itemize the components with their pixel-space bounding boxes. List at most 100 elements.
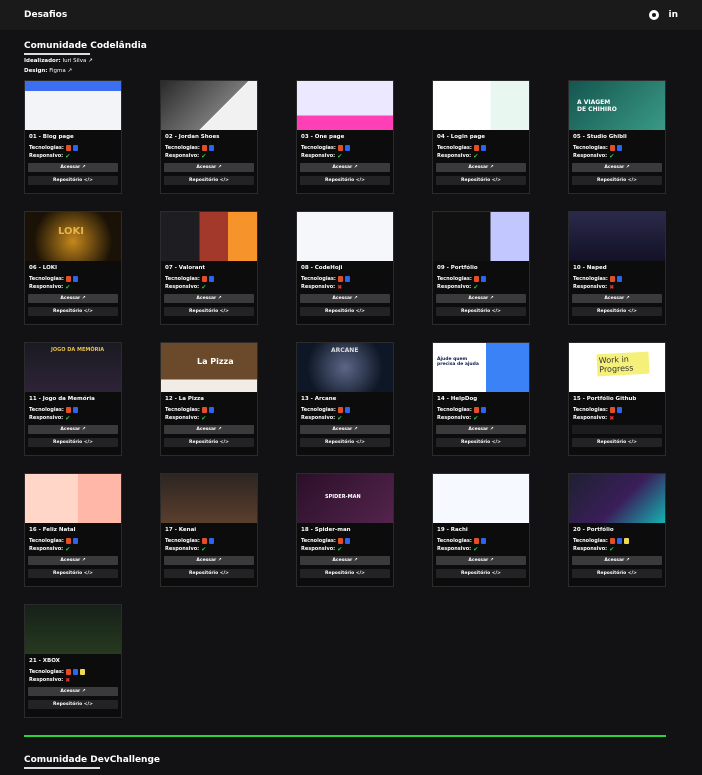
responsive-line: Responsivo: ✔ — [301, 545, 393, 553]
repository-button[interactable]: Repositório </> — [164, 176, 254, 185]
challenge-card: 02 - Jordan Shoes Tecnologias: Responsivo:… — [160, 80, 258, 194]
card-title: 18 - Spider-man — [301, 527, 351, 533]
section-title-2: Comunidade DevChallenge — [24, 755, 161, 765]
access-button[interactable]: Acessar ↗ — [164, 294, 254, 303]
repository-button[interactable]: Repositório </> — [28, 307, 118, 316]
technologies-line: Tecnologias: — [573, 538, 665, 544]
css-icon — [344, 538, 350, 544]
repository-button[interactable]: Repositório </> — [572, 307, 662, 316]
access-button[interactable]: Acessar ↗ — [28, 294, 118, 303]
card-title: 05 - Studio Ghibli — [573, 134, 627, 140]
access-button[interactable]: Acessar ↗ — [572, 294, 662, 303]
access-button[interactable]: Acessar ↗ — [28, 556, 118, 565]
linkedin-icon[interactable]: in — [669, 10, 679, 20]
responsive-line: Responsivo: ✖ — [573, 283, 665, 291]
access-button[interactable]: Acessar ↗ — [164, 556, 254, 565]
html-icon — [337, 145, 343, 151]
responsive-line: Responsivo: ✖ — [573, 414, 665, 422]
technologies-line: Tecnologias: — [165, 145, 257, 151]
repository-button[interactable]: Repositório </> — [164, 438, 254, 447]
access-button[interactable]: Acessar ↗ — [28, 425, 118, 434]
repository-button[interactable]: Repositório </> — [572, 176, 662, 185]
access-button[interactable]: Acessar ↗ — [300, 556, 390, 565]
access-button[interactable]: Acessar ↗ — [28, 687, 118, 696]
css-icon — [344, 407, 350, 413]
card-title: 16 - Feliz Natal — [29, 527, 76, 533]
css-icon — [480, 276, 486, 282]
responsive-line: Responsivo: ✔ — [29, 153, 121, 160]
challenge-card: 03 - One page Tecnologias: Responsivo: ✔ Ace… — [296, 80, 394, 194]
technologies-line: Tecnologias: — [29, 669, 121, 675]
responsive-line: Responsivo: ✔ — [437, 284, 529, 291]
technologies-label: Tecnologias: — [437, 276, 472, 282]
challenge-card: 20 - Portfólio Tecnologias: Responsivo: ✔ Ac… — [568, 473, 666, 587]
repository-button[interactable]: Repositório </> — [436, 176, 526, 185]
project-thumbnail: A VIAGEM DE CHIHIRO — [569, 81, 665, 130]
github-icon[interactable] — [648, 10, 659, 20]
access-button[interactable]: Acessar ↗ — [300, 425, 390, 434]
html-icon — [65, 276, 71, 282]
design-link[interactable]: Figma — [49, 68, 66, 74]
access-button[interactable]: Acessar ↗ — [572, 163, 662, 172]
access-button[interactable]: Acessar ↗ — [28, 163, 118, 172]
idealizer-link[interactable]: Iuri Silva — [63, 58, 87, 64]
cross-icon: ✖ — [609, 414, 615, 422]
check-icon: ✔ — [337, 414, 343, 422]
repository-button[interactable]: Repositório </> — [28, 700, 118, 709]
repository-button[interactable]: Repositório </> — [28, 176, 118, 185]
check-icon: ✔ — [609, 152, 615, 160]
thumbnail-text: Work in Progress — [596, 351, 650, 377]
repository-button[interactable]: Repositório </> — [164, 307, 254, 316]
access-button[interactable]: Acessar ↗ — [436, 294, 526, 303]
challenge-card: 10 - Naped Tecnologias: Responsivo: ✖ Acessa… — [568, 211, 666, 325]
access-button[interactable]: Acessar ↗ — [164, 163, 254, 172]
access-button[interactable]: Acessar ↗ — [436, 556, 526, 565]
repository-button[interactable]: Repositório </> — [300, 569, 390, 578]
check-icon: ✔ — [201, 152, 207, 160]
responsive-line: Responsivo: ✔ — [165, 415, 257, 422]
responsive-label: Responsivo: — [165, 415, 200, 421]
card-title: 14 - HelpDog — [437, 396, 478, 402]
repository-button[interactable]: Repositório </> — [300, 307, 390, 316]
access-button[interactable]: Acessar ↗ — [436, 163, 526, 172]
access-button[interactable]: Acessar ↗ — [164, 425, 254, 434]
responsive-label: Responsivo: — [437, 415, 472, 421]
responsive-label: Responsivo: — [573, 415, 608, 421]
responsive-label: Responsivo: — [29, 284, 64, 290]
responsive-label: Responsivo: — [301, 546, 336, 552]
access-button[interactable]: Acessar ↗ — [436, 425, 526, 434]
css-icon — [616, 145, 622, 151]
access-button[interactable]: Acessar ↗ — [572, 556, 662, 565]
challenge-card: LOKI 06 - LOKI Tecnologias: Responsivo: ✔ Ace… — [24, 211, 122, 325]
js-icon — [623, 538, 629, 544]
repository-button[interactable]: Repositório </> — [28, 438, 118, 447]
repository-button[interactable]: Repositório </> — [300, 176, 390, 185]
access-button[interactable]: Acessar ↗ — [300, 163, 390, 172]
check-icon: ✔ — [337, 545, 343, 553]
responsive-line: Responsivo: ✔ — [437, 546, 529, 553]
repository-button[interactable]: Repositório </> — [28, 569, 118, 578]
responsive-line: Responsivo: ✖ — [301, 283, 393, 291]
thumbnail-text: A VIAGEM DE CHIHIRO — [577, 99, 617, 113]
project-thumbnail — [161, 81, 257, 130]
repository-button[interactable]: Repositório </> — [164, 569, 254, 578]
project-thumbnail — [433, 474, 529, 523]
repository-button[interactable]: Repositório </> — [300, 438, 390, 447]
access-button[interactable]: Acessar ↗ — [300, 294, 390, 303]
technologies-line: Tecnologias: — [301, 145, 393, 151]
technologies-line: Tecnologias: — [29, 276, 121, 282]
responsive-label: Responsivo: — [301, 153, 336, 159]
html-icon — [337, 538, 343, 544]
repository-button[interactable]: Repositório </> — [572, 569, 662, 578]
cross-icon: ✖ — [609, 283, 615, 291]
cross-icon: ✖ — [337, 283, 343, 291]
css-icon — [616, 276, 622, 282]
technologies-label: Tecnologias: — [573, 145, 608, 151]
card-title: 21 - XBOX — [29, 658, 60, 664]
repository-button[interactable]: Repositório </> — [436, 307, 526, 316]
challenge-card: 16 - Feliz Natal Tecnologias: Responsivo: ✔… — [24, 473, 122, 587]
repository-button[interactable]: Repositório </> — [572, 438, 662, 447]
responsive-label: Responsivo: — [165, 153, 200, 159]
repository-button[interactable]: Repositório </> — [436, 438, 526, 447]
repository-button[interactable]: Repositório </> — [436, 569, 526, 578]
